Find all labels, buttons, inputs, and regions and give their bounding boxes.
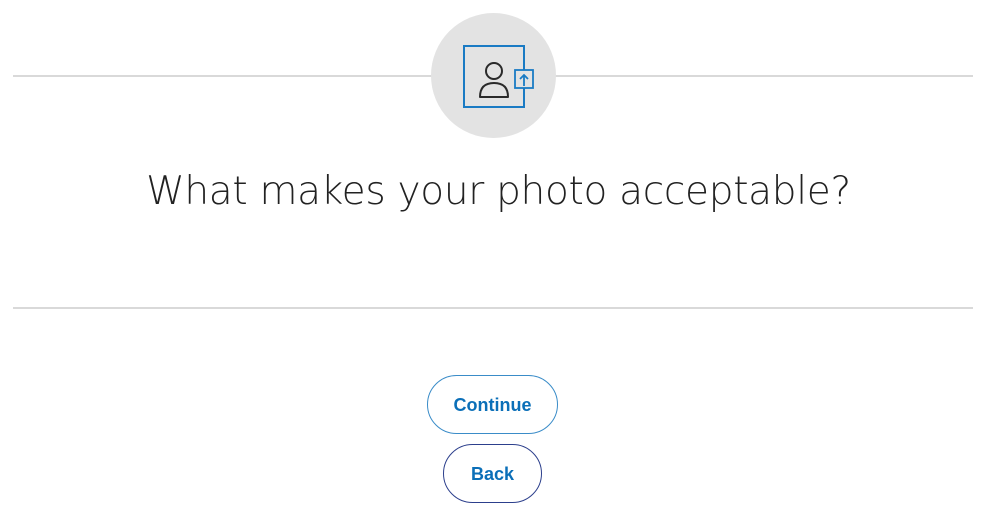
back-button[interactable]: Back	[443, 444, 542, 503]
header-icon-badge	[431, 13, 556, 138]
user-photo-upload-icon	[463, 45, 534, 108]
bottom-divider	[13, 307, 973, 309]
page-title: What makes your photo acceptable?	[146, 169, 851, 214]
continue-button[interactable]: Continue	[427, 375, 558, 434]
photo-guidelines-page: What makes your photo acceptable? Contin…	[0, 0, 997, 510]
